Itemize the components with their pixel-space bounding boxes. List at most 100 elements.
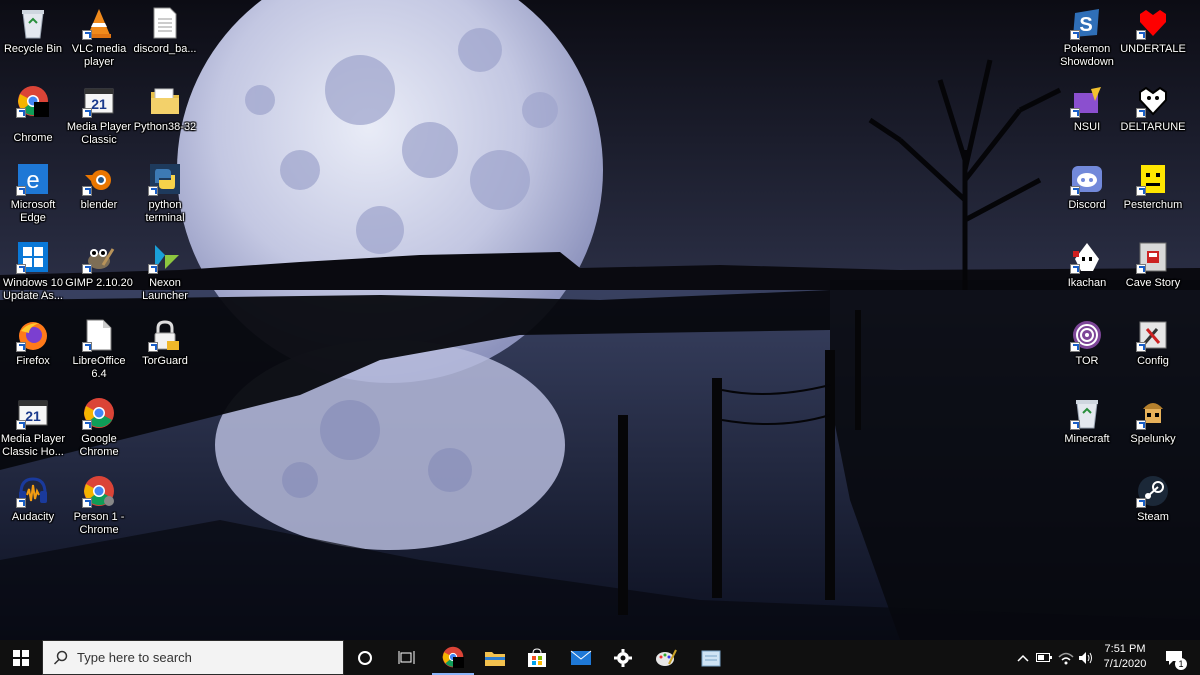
desktop-icon-label: Recycle Bin — [3, 43, 63, 55]
svg-text:S: S — [1079, 14, 1092, 36]
battery-button[interactable] — [1034, 640, 1054, 675]
cave-story-icon — [1136, 240, 1170, 274]
show-hidden-icons-button[interactable] — [1014, 640, 1032, 675]
desktop-icon-steam[interactable]: Steam — [1120, 470, 1186, 546]
desktop-icon-label: Spelunky — [1130, 433, 1176, 445]
chrome-icon — [82, 474, 116, 508]
desktop-icon-pesterchum[interactable]: Pesterchum — [1120, 158, 1186, 234]
desktop-icon-undertale[interactable]: UNDERTALE — [1120, 2, 1186, 78]
desktop-icon-label: UNDERTALE — [1120, 43, 1186, 55]
desktop-icon-label: python terminal — [145, 199, 185, 224]
desktop-icon-label: Media Player Classic Ho... — [0, 433, 66, 458]
config-icon — [1136, 318, 1170, 352]
desktop-icon-nsui[interactable]: NSUI — [1054, 80, 1120, 156]
gimp-icon — [82, 240, 116, 274]
svg-text:21: 21 — [91, 96, 107, 112]
desktop-icon-recycle-bin[interactable]: Recycle Bin — [0, 2, 66, 78]
desktop-icon-label: Python38-32 — [133, 121, 197, 133]
wifi-icon — [1058, 652, 1074, 664]
desktop-icon-audacity[interactable]: Audacity — [0, 470, 66, 546]
desktop-icon-spelunky[interactable]: Spelunky — [1120, 392, 1186, 468]
desktop-icon-label: Google Chrome — [79, 433, 119, 458]
desktop-icon-minecraft[interactable]: Minecraft — [1054, 392, 1120, 468]
blender-icon — [82, 162, 116, 196]
desktop-icon-label: TOR — [1075, 355, 1099, 367]
file-explorer-icon — [485, 651, 505, 666]
desktop-icon-label: Steam — [1137, 511, 1169, 523]
volume-button[interactable] — [1076, 640, 1096, 675]
desktop-icon-discord[interactable]: Discord — [1054, 158, 1120, 234]
taskbar-file-explorer[interactable] — [474, 640, 516, 675]
desktop-icon-libreoffice[interactable]: LibreOffice 6.4 — [66, 314, 132, 390]
desktop-icon-media-player-classic[interactable]: 21 Media Player Classic — [66, 80, 132, 156]
desktop-icon-windows-10-update[interactable]: Windows 10 Update As... — [0, 236, 66, 312]
taskbar-mail[interactable] — [560, 640, 602, 675]
desktop-icon-discord-ba[interactable]: discord_ba... — [132, 2, 198, 78]
desktop-icon-microsoft-edge[interactable]: e Microsoft Edge — [0, 158, 66, 234]
desktop-icon-label: Ikachan — [1067, 277, 1107, 289]
taskbar-paint[interactable] — [645, 640, 687, 675]
nsui-icon — [1070, 84, 1104, 118]
desktop-icon-google-chrome[interactable]: Google Chrome — [66, 392, 132, 468]
desktop-icon-label: Pesterchum — [1123, 199, 1183, 211]
start-button[interactable] — [0, 640, 42, 675]
minecraft-icon — [1070, 396, 1104, 430]
text-file-icon — [148, 6, 182, 40]
volume-icon — [1079, 651, 1092, 664]
cortana-button[interactable] — [344, 640, 386, 675]
desktop-icon-cave-story[interactable]: Cave Story — [1120, 236, 1186, 312]
media-player-classic-icon: 21 — [82, 84, 116, 118]
action-center-button[interactable]: 1 — [1160, 640, 1188, 675]
desktop-icon-config[interactable]: Config — [1120, 314, 1186, 390]
edge-icon: e — [16, 162, 50, 196]
desktop-icon-pokemon-showdown[interactable]: S Pokemon Showdown — [1054, 2, 1120, 78]
desktop-icon-media-player-classic-home[interactable]: 21 Media Player Classic Ho... — [0, 392, 66, 468]
settings-icon — [614, 648, 632, 667]
taskbar-chrome[interactable] — [432, 640, 474, 675]
clock[interactable]: 7:51 PM 7/1/2020 — [1095, 642, 1155, 672]
pesterchum-icon — [1136, 162, 1170, 196]
desktop-icon-label: Firefox — [16, 355, 50, 367]
taskbar-settings[interactable] — [602, 640, 644, 675]
desktop-icon-blender[interactable]: blender — [66, 158, 132, 234]
search-box[interactable]: Type here to search — [42, 640, 344, 675]
desktop-icon-person1-chrome[interactable]: Person 1 - Chrome — [66, 470, 132, 546]
chrome-icon — [16, 84, 50, 118]
firefox-icon — [16, 318, 50, 352]
taskbar-store[interactable] — [516, 640, 558, 675]
desktop-icon-label: Media Player Classic — [66, 121, 132, 146]
desktop-icon-gimp[interactable]: GIMP 2.10.20 — [65, 236, 133, 312]
ikachan-icon — [1070, 240, 1104, 274]
desktop-icon-label: Audacity — [11, 511, 55, 523]
desktop-icon-label: Windows 10 Update As... — [3, 277, 63, 302]
desktop-icon-label: Config — [1137, 355, 1169, 367]
desktop-icon-vlc[interactable]: VLC media player — [66, 2, 132, 78]
notification-count-badge: 1 — [1175, 658, 1187, 670]
task-view-button[interactable] — [386, 640, 428, 675]
mail-icon — [570, 650, 592, 665]
taskbar-notepad[interactable] — [690, 640, 732, 675]
desktop-icon-torguard[interactable]: TorGuard — [132, 314, 198, 390]
desktop-icon-label: GIMP 2.10.20 — [65, 277, 133, 289]
store-icon — [528, 647, 546, 667]
desktop-icon-python-terminal[interactable]: python terminal — [132, 158, 198, 234]
desktop-icon-firefox[interactable]: Firefox — [0, 314, 66, 390]
desktop-icon-deltarune[interactable]: DELTARUNE — [1120, 80, 1186, 156]
nexon-icon — [148, 240, 182, 274]
desktop-icon-ikachan[interactable]: Ikachan — [1054, 236, 1120, 312]
search-icon — [53, 650, 68, 665]
spelunky-icon — [1136, 396, 1170, 430]
vlc-icon — [82, 6, 116, 40]
desktop-icon-tor[interactable]: TOR — [1054, 314, 1120, 390]
media-player-classic-icon: 21 — [16, 396, 50, 430]
svg-text:21: 21 — [25, 408, 41, 424]
desktop-icon-label: Nexon Launcher — [142, 277, 188, 302]
desktop-icon-python38-32[interactable]: Python38-32 — [132, 80, 198, 156]
cortana-icon — [358, 650, 372, 665]
desktop-icon-nexon-launcher[interactable]: Nexon Launcher — [132, 236, 198, 312]
network-button[interactable] — [1056, 640, 1076, 675]
notepad-icon — [701, 650, 721, 666]
desktop-icon-label: Pokemon Showdown — [1060, 43, 1114, 68]
desktop-icon-chrome[interactable]: Chrome — [0, 80, 66, 156]
desktop-icon-label: Discord — [1068, 199, 1106, 211]
